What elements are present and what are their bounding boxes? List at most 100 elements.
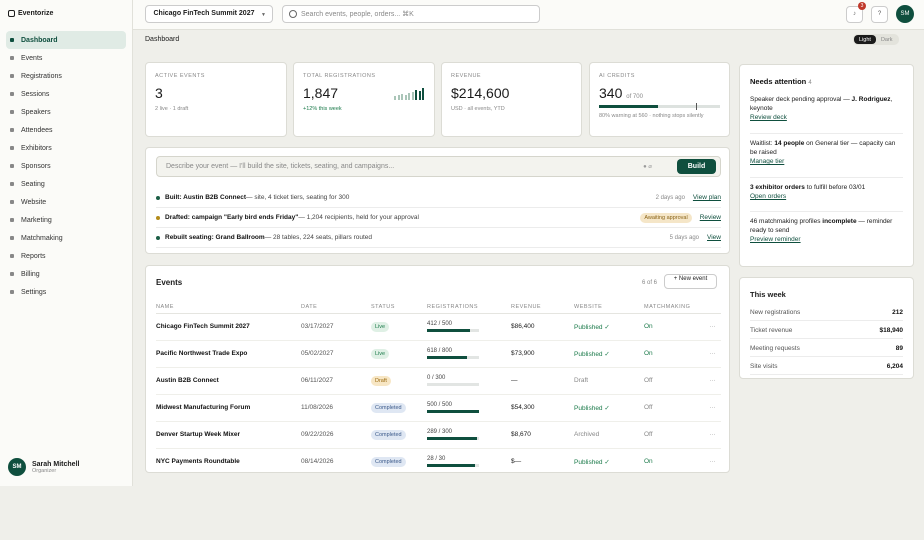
column-header[interactable]: WEBSITE [574, 304, 644, 314]
row-menu-icon[interactable]: ··· [704, 367, 721, 395]
matchmaking-status: Off [644, 367, 704, 395]
activity-item: Drafted: campaign "Early bird ends Frida… [156, 208, 721, 228]
column-header[interactable]: REGISTRATIONS [427, 304, 511, 314]
sidebar-item-dashboard[interactable]: Dashboard [6, 31, 126, 49]
registrations-count: 289 / 300 [427, 429, 453, 435]
column-header[interactable]: STATUS [371, 304, 427, 314]
event-name[interactable]: Denver Startup Week Mixer [156, 421, 301, 449]
event-name[interactable]: Austin B2B Connect [156, 367, 301, 395]
attention-link[interactable]: Manage tier [750, 157, 903, 166]
attachment-icon[interactable]: ● ⌀ [643, 163, 652, 170]
ai-assistant-card: Describe your event — I'll build the sit… [145, 147, 730, 254]
activity-time: 5 days ago [669, 234, 700, 241]
events-table: NAME DATE STATUS REGISTRATIONS REVENUE WEBSIT… [156, 304, 721, 476]
needs-attention-title: Needs attention 4 [750, 77, 812, 86]
sidebar-item-events[interactable]: Events [6, 49, 126, 67]
attention-emphasis: 3 exhibitor orders [750, 184, 805, 191]
sidebar-item-billing[interactable]: Billing [6, 265, 126, 283]
theme-toggle[interactable]: Light Dark [853, 34, 899, 45]
table-row[interactable]: Austin B2B Connect 06/11/2027 Draft 0 / 300… [156, 367, 721, 395]
sidebar-item-exhibitors[interactable]: Exhibitors [6, 139, 126, 157]
sidebar-item-matchmaking[interactable]: Matchmaking [6, 229, 126, 247]
table-row[interactable]: Midwest Manufacturing Forum 11/08/2026 Com… [156, 394, 721, 422]
sidebar-item-sponsors[interactable]: Sponsors [6, 157, 126, 175]
activity-link[interactable]: View plan [693, 194, 721, 201]
row-menu-icon[interactable]: ··· [704, 340, 721, 368]
notifications-button[interactable]: ♪ 3 [846, 1, 866, 23]
divider [750, 177, 903, 178]
row-menu-icon[interactable]: ··· [704, 313, 721, 341]
attention-link[interactable]: Review deck [750, 113, 903, 122]
week-stat-label: Meeting requests [750, 344, 800, 352]
events-icon [10, 56, 14, 60]
settings-icon [10, 290, 14, 294]
event-selector[interactable]: Chicago FinTech Summit 2027 ▼ [145, 5, 273, 23]
sidebar-item-sessions[interactable]: Sessions [6, 85, 126, 103]
matchmaking-status: On [644, 340, 704, 368]
stat-sub: 2 live · 1 draft [155, 106, 189, 112]
row-menu-icon[interactable]: ··· [704, 421, 721, 449]
app-logo[interactable]: Eventorize [8, 10, 53, 17]
column-header[interactable]: NAME [156, 304, 301, 314]
user-avatar-button[interactable]: SM [896, 5, 914, 23]
attention-link[interactable]: Open orders [750, 192, 903, 201]
column-header[interactable]: REVENUE [511, 304, 574, 314]
theme-light-option[interactable]: Light [854, 35, 876, 44]
sidebar-item-settings[interactable]: Settings [6, 283, 126, 301]
help-icon: ? [877, 11, 882, 17]
user-profile[interactable]: SM Sarah Mitchell Organizer [8, 458, 79, 476]
user-name: Sarah Mitchell [32, 460, 80, 468]
event-prompt-input[interactable]: Describe your event — I'll build the sit… [156, 156, 721, 177]
registrations-progress [427, 383, 479, 386]
sidebar-item-marketing[interactable]: Marketing [6, 211, 126, 229]
row-menu-icon[interactable]: ··· [704, 394, 721, 422]
sidebar-item-speakers[interactable]: Speakers [6, 103, 126, 121]
theme-dark-option[interactable]: Dark [876, 35, 898, 44]
row-menu-icon[interactable]: ··· [704, 448, 721, 476]
table-row[interactable]: Denver Startup Week Mixer 09/22/2026 Compl… [156, 421, 721, 449]
registrations-progress-fill [427, 464, 476, 467]
table-row[interactable]: Chicago FinTech Summit 2027 03/17/2027 Liv… [156, 313, 721, 341]
attention-link[interactable]: Preview reminder [750, 235, 903, 244]
bell-icon: ♪ [853, 11, 856, 17]
events-count: 6 of 6 [641, 280, 657, 286]
new-event-button[interactable]: + New event [664, 274, 717, 289]
attention-emphasis: incomplete [822, 218, 857, 225]
table-row[interactable]: Pacific Northwest Trade Expo 05/02/2027 Li… [156, 340, 721, 368]
website-status: Published ✓ [574, 340, 644, 368]
registrations-progress [427, 464, 479, 467]
website-icon [10, 200, 14, 204]
marketing-icon [10, 218, 14, 222]
event-date: 06/11/2027 [301, 367, 371, 395]
sidebar-item-reports[interactable]: Reports [6, 247, 126, 265]
this-week-title: This week [750, 290, 786, 299]
event-name[interactable]: NYC Payments Roundtable [156, 448, 301, 476]
credits-warning-marker [695, 103, 697, 110]
help-button[interactable]: ? [871, 5, 888, 23]
matchmaking-status: Off [644, 421, 704, 449]
column-header[interactable]: MATCHMAKING [644, 304, 704, 314]
attention-text: Speaker deck pending approval — [750, 96, 852, 103]
registrations-progress [427, 329, 479, 332]
event-name[interactable]: Chicago FinTech Summit 2027 [156, 313, 301, 341]
event-name[interactable]: Pacific Northwest Trade Expo [156, 340, 301, 368]
week-stat-value: 89 [895, 344, 903, 352]
sidebar-item-attendees[interactable]: Attendees [6, 121, 126, 139]
build-button[interactable]: Build [677, 159, 716, 174]
attention-emphasis: J. Rodriguez [851, 96, 891, 103]
activity-link[interactable]: View [707, 234, 721, 241]
registrations-progress [427, 437, 479, 440]
search-input[interactable]: Search events, people, orders... ⌘K [282, 5, 540, 23]
column-header[interactable]: DATE [301, 304, 371, 314]
activity-link[interactable]: Review [700, 214, 721, 221]
sidebar-item-registrations[interactable]: Registrations [6, 67, 126, 85]
event-revenue: $86,400 [511, 313, 574, 341]
sidebar-item-website[interactable]: Website [6, 193, 126, 211]
event-name[interactable]: Midwest Manufacturing Forum [156, 394, 301, 422]
event-revenue: $54,300 [511, 394, 574, 422]
status-badge: Completed [371, 430, 406, 440]
table-row[interactable]: NYC Payments Roundtable 08/14/2026 Complet… [156, 448, 721, 476]
activity-desc: — 1,204 recipients, held for your approv… [298, 214, 419, 221]
registrations-cell: 0 / 300 [427, 367, 511, 395]
sidebar-item-seating[interactable]: Seating [6, 175, 126, 193]
